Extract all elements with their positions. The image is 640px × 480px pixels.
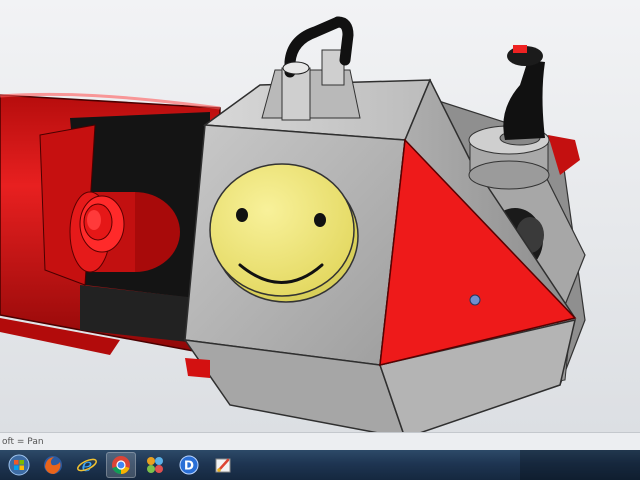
cad-viewport[interactable]	[0, 0, 640, 432]
top-handle	[261, 16, 361, 121]
red-knob	[69, 191, 180, 273]
status-text: oft = Pan	[2, 436, 44, 447]
svg-text:D: D	[184, 459, 194, 473]
svg-text:e: e	[82, 455, 93, 476]
internet-explorer-icon[interactable]: e	[72, 452, 102, 478]
media-player-icon[interactable]	[140, 452, 170, 478]
windows-taskbar: e D	[0, 450, 640, 480]
system-tray	[520, 450, 640, 480]
3d-model-scene	[0, 16, 586, 432]
paint-icon[interactable]	[208, 452, 238, 478]
cad-app-icon[interactable]: D	[174, 452, 204, 478]
chrome-icon[interactable]	[106, 452, 136, 478]
windows-start-icon[interactable]	[4, 452, 34, 478]
screw-marker	[469, 294, 481, 306]
firefox-icon[interactable]	[38, 452, 68, 478]
status-bar: oft = Pan	[0, 432, 640, 450]
